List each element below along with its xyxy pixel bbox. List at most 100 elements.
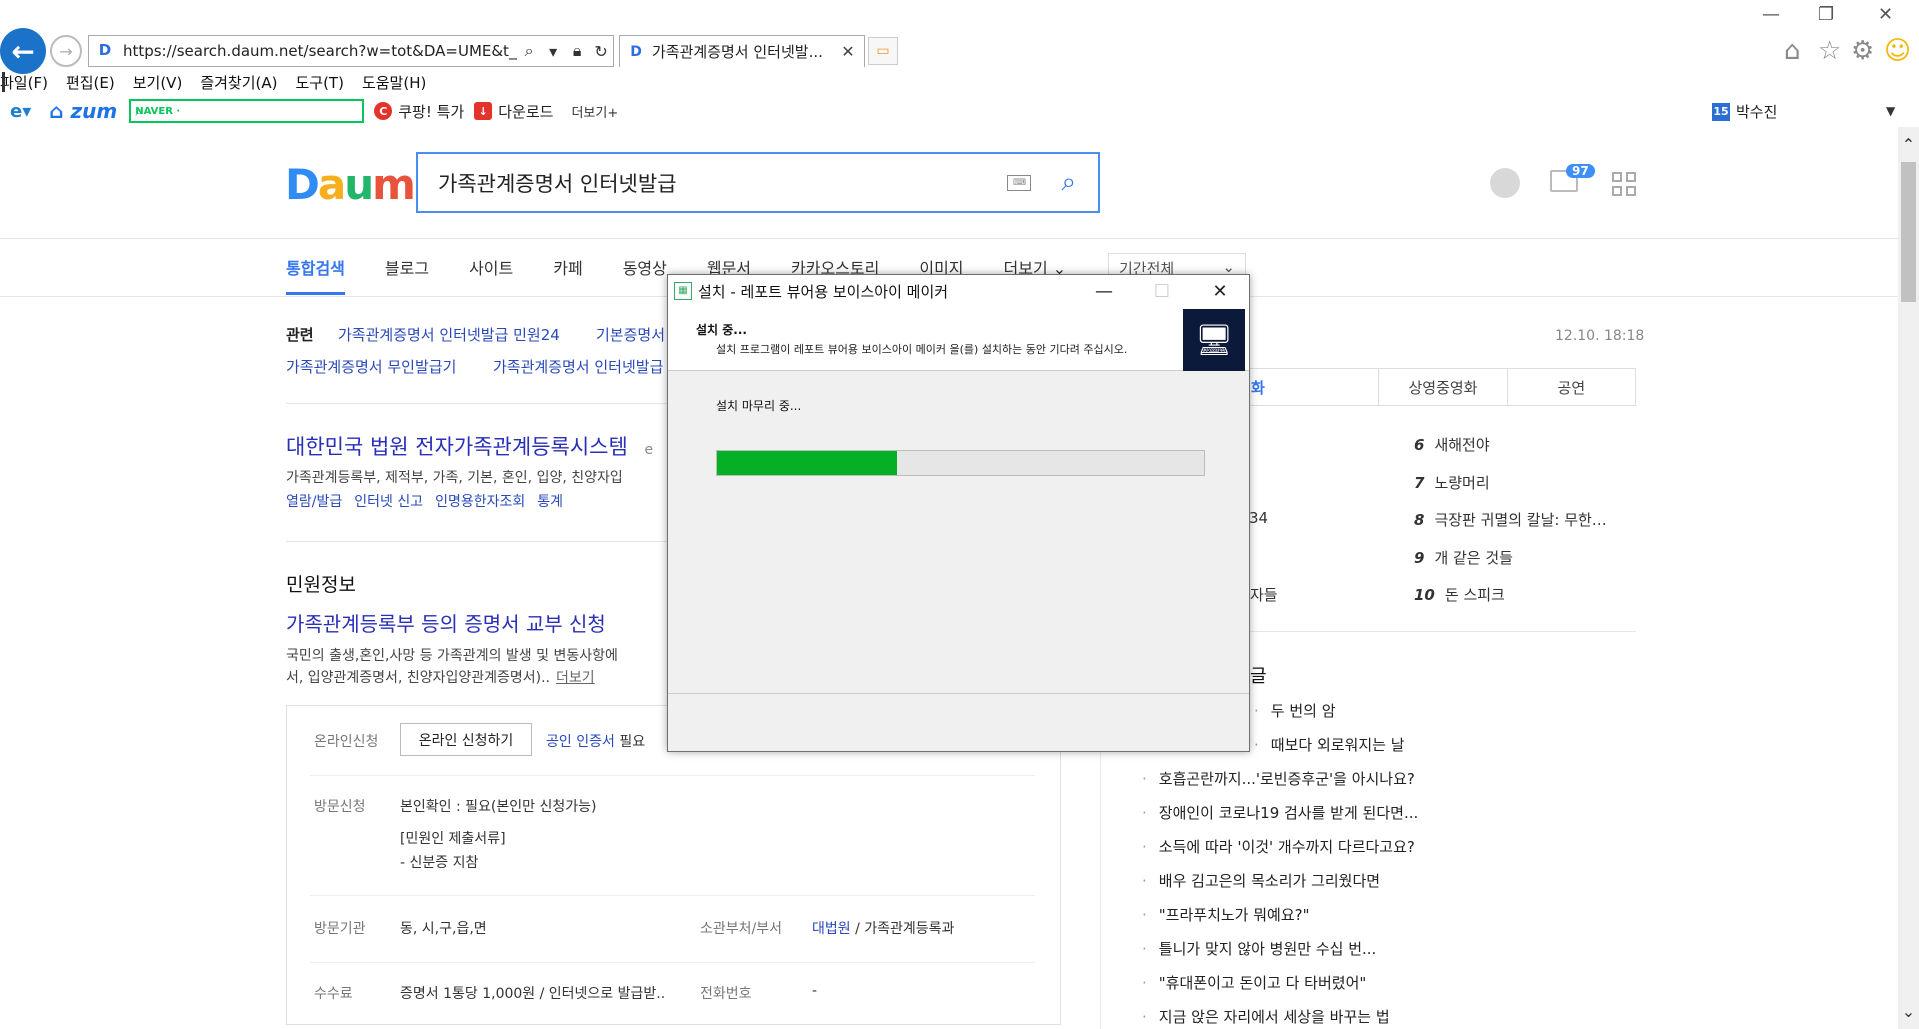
menu-view[interactable]: 보기(V) <box>133 72 183 93</box>
news-item[interactable]: 호흡곤란까지...'로빈증후군'을 아시나요? <box>1142 768 1415 789</box>
vertical-scrollbar[interactable]: ⌃ ⌄ <box>1898 127 1919 1029</box>
back-button[interactable]: ← <box>0 28 46 74</box>
news-item[interactable]: 소득에 따라 '이것' 개수까지 다르다고요? <box>1142 836 1415 857</box>
rank-item[interactable]: 10 돈 스피크 <box>1414 584 1505 605</box>
fav-coupang[interactable]: C 쿠팡! 특가 <box>374 101 464 122</box>
ranking-tabs: 화 상영중영화 공연 <box>1228 368 1636 406</box>
naver-search-box[interactable]: NAVER · ⌕ <box>129 99 365 123</box>
browser-tab[interactable]: D 가족관계증명서 인터넷발... ✕ <box>619 35 865 67</box>
keyboard-icon[interactable]: ⌨ <box>1007 174 1032 191</box>
tab-close-icon[interactable]: ✕ <box>838 42 858 61</box>
daum-logo[interactable]: Daum <box>285 160 416 209</box>
result-sublink[interactable]: 통계 <box>537 491 563 511</box>
tab-video[interactable]: 동영상 <box>623 255 667 295</box>
tab-integrated[interactable]: 통합검색 <box>286 255 345 295</box>
rank-fragment[interactable]: 자들 <box>1250 584 1278 605</box>
fav-more-link[interactable]: 더보기+ <box>571 102 618 121</box>
installer-titlebar[interactable]: ▦ 설치 - 레포트 뷰어용 보이스아이 메이커 — ☐ ✕ <box>668 275 1249 307</box>
rank-timestamp: 12.10. 18:18 <box>1555 328 1645 344</box>
news-item[interactable]: "휴대폰이고 돈이고 다 타버렸어" <box>1142 972 1367 993</box>
rank-item[interactable]: 9개 같은 것들 <box>1414 547 1513 568</box>
news-item[interactable]: 때보다 외로워지는 날 <box>1254 734 1405 755</box>
news-item[interactable]: 지금 앉은 자리에서 세상을 바꾸는 법 <box>1142 1006 1390 1027</box>
cert-link[interactable]: 공인 인증서 <box>546 734 615 750</box>
close-window-icon[interactable]: ✕ <box>1878 4 1893 25</box>
close-icon[interactable]: ✕ <box>1191 281 1249 302</box>
result-title-link[interactable]: 대한민국 법원 전자가족관계등록시스템 e <box>286 431 653 461</box>
scroll-up-icon[interactable]: ⌃ <box>1898 135 1919 154</box>
address-bar[interactable]: D https://search.daum.net/search?w=tot&D… <box>88 35 614 67</box>
restore-icon[interactable]: ❐ <box>1818 4 1834 25</box>
home-icon[interactable]: ⌂ <box>1784 36 1801 66</box>
new-tab-button[interactable]: ▭ <box>868 37 898 65</box>
zum-logo-icon[interactable]: ⌂ zum <box>49 99 117 123</box>
divider <box>0 238 1898 239</box>
feedback-smiley-icon[interactable]: ☺ <box>1884 36 1911 66</box>
fav-download[interactable]: ↓ 다운로드 <box>474 101 553 122</box>
ie-logo-icon[interactable]: e▾ <box>10 101 31 122</box>
phone-label: 전화번호 <box>700 986 752 1002</box>
favorites-star-icon[interactable]: ☆ <box>1818 36 1841 66</box>
url-text[interactable]: https://search.daum.net/search?w=tot&DA=… <box>123 42 517 60</box>
search-query[interactable]: 가족관계증명서 인터넷발급 <box>438 168 1007 198</box>
search-icon[interactable]: ⌕ <box>1061 167 1076 198</box>
scroll-down-icon[interactable]: ⌄ <box>1898 1002 1919 1021</box>
rank-item[interactable]: 8 극장판 귀멸의 칼날: 무한… <box>1414 509 1607 530</box>
result-sublink[interactable]: 열람/발급 <box>286 491 342 511</box>
visit-apply-value: - 신분증 지참 <box>400 855 479 871</box>
dept-link[interactable]: 대법원 <box>812 921 851 937</box>
lock-icon[interactable]: 🔒︎ <box>565 41 589 61</box>
result-sublink[interactable]: 인명용한자조회 <box>435 491 525 511</box>
result-sublink[interactable]: 인터넷 신고 <box>354 491 423 511</box>
dept-value: 대법원 / 가족관계등록과 <box>812 918 954 938</box>
tab-site[interactable]: 사이트 <box>469 255 513 295</box>
news-item[interactable]: 틀니가 맞지 않아 병원만 수십 번... <box>1142 938 1377 959</box>
rank-item[interactable]: 6 새해전야 <box>1414 434 1490 455</box>
ranking-tab-showing[interactable]: 상영중영화 <box>1378 369 1506 405</box>
related-link[interactable]: 가족관계증명서 인터넷발급 <box>493 356 663 377</box>
dropdown-icon[interactable]: ▾ <box>541 42 565 61</box>
chevron-down-icon[interactable]: ▼ <box>1886 104 1895 118</box>
cert-suffix: 필요 <box>619 734 646 750</box>
menu-file[interactable]: 파일(F) <box>0 72 48 93</box>
menu-edit[interactable]: 편집(E) <box>66 72 115 93</box>
minimize-icon[interactable]: — <box>1762 4 1780 25</box>
related-link[interactable]: 가족관계증명서 인터넷발급 민원24 <box>338 324 560 345</box>
menu-bar: 파일(F) 편집(E) 보기(V) 즐겨찾기(A) 도구(T) 도움말(H) <box>0 70 444 94</box>
refresh-icon[interactable]: ↻ <box>589 42 613 61</box>
news-item[interactable]: 장애인이 코로나19 검사를 받게 된다면... <box>1142 802 1418 823</box>
civil-title-link[interactable]: 가족관계등록부 등의 증명서 교부 신청 <box>286 608 606 637</box>
menu-bar-grip <box>2 72 5 92</box>
civil-more-link[interactable]: 더보기 <box>556 670 595 686</box>
online-apply-button[interactable]: 온라인 신청하기 <box>400 723 532 756</box>
installer-computer-icon: 🖥︎ <box>1183 309 1245 371</box>
new-tab-icon: ▭ <box>876 43 890 59</box>
apps-grid-icon[interactable] <box>1612 172 1636 196</box>
ranking-tab-performance[interactable]: 공연 <box>1506 369 1635 405</box>
ranking-tab-movie[interactable]: 화 <box>1229 369 1378 405</box>
user-account[interactable]: 15 박수진 <box>1712 101 1777 122</box>
tab-cafe[interactable]: 카페 <box>553 255 582 295</box>
news-item[interactable]: "프라푸치노가 뭐예요?" <box>1142 904 1310 925</box>
settings-gear-icon[interactable]: ⚙ <box>1851 36 1874 66</box>
scroll-thumb[interactable] <box>1901 162 1916 302</box>
search-icon[interactable]: ⌕ <box>517 41 541 61</box>
news-item[interactable]: 두 번의 암 <box>1254 700 1336 721</box>
forward-button[interactable]: → <box>50 35 82 67</box>
rank-item[interactable]: 7 노량머리 <box>1414 472 1490 493</box>
result-title[interactable]: 대한민국 법원 전자가족관계등록시스템 <box>286 435 628 459</box>
minimize-icon[interactable]: — <box>1075 281 1133 302</box>
menu-help[interactable]: 도움말(H) <box>362 72 426 93</box>
search-input[interactable]: 가족관계증명서 인터넷발급 ⌨ ⌕ <box>416 152 1100 213</box>
fav-download-label: 다운로드 <box>498 102 554 121</box>
menu-favorites[interactable]: 즐겨찾기(A) <box>200 72 277 93</box>
profile-avatar-icon[interactable] <box>1490 168 1520 198</box>
tab-title: 가족관계증명서 인터넷발... <box>652 43 823 61</box>
divider <box>310 962 1035 963</box>
related-link[interactable]: 가족관계증명서 무인발급기 <box>286 356 456 377</box>
related-link[interactable]: 기본증명서 <box>596 324 665 345</box>
menu-tools[interactable]: 도구(T) <box>295 72 343 93</box>
news-item[interactable]: 배우 김고은의 목소리가 그리웠다면 <box>1142 870 1380 891</box>
naver-label: NAVER · <box>135 105 181 117</box>
tab-blog[interactable]: 블로그 <box>385 255 429 295</box>
